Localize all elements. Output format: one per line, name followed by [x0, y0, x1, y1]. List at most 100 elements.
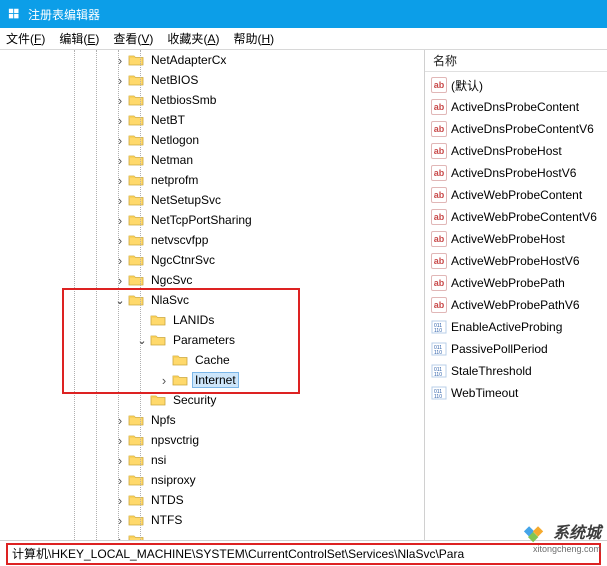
tree-item-label[interactable]: nsi [148, 452, 169, 468]
tree-item-label[interactable]: Netlogon [148, 132, 202, 148]
chevron-right-icon[interactable] [112, 253, 128, 268]
tree-item[interactable]: NTFS [0, 510, 424, 530]
menu-fav[interactable]: 收藏夹(A) [167, 30, 219, 47]
chevron-right-icon[interactable] [112, 93, 128, 108]
value-row[interactable]: abActiveWebProbePathV6 [425, 294, 607, 316]
chevron-right-icon[interactable] [156, 373, 172, 388]
tree-item[interactable]: NlaSvc [0, 290, 424, 310]
menu-edit[interactable]: 编辑(E) [59, 30, 99, 47]
chevron-right-icon[interactable] [112, 453, 128, 468]
value-row[interactable]: abActiveDnsProbeHost [425, 140, 607, 162]
tree-item-label[interactable]: NgcSvc [148, 272, 195, 288]
folder-icon [128, 433, 144, 447]
tree-item[interactable]: NetBIOS [0, 70, 424, 90]
value-row[interactable]: abActiveWebProbeHostV6 [425, 250, 607, 272]
tree-item[interactable]: NetTcpPortSharing [0, 210, 424, 230]
tree-item[interactable]: npsvctrig [0, 430, 424, 450]
tree-item-label[interactable]: NgcCtnrSvc [148, 252, 218, 268]
tree-item[interactable]: NetAdapterCx [0, 50, 424, 70]
chevron-right-icon[interactable] [112, 493, 128, 508]
tree-item[interactable]: Security [0, 390, 424, 410]
tree-item[interactable]: LANIDs [0, 310, 424, 330]
chevron-right-icon[interactable] [112, 213, 128, 228]
value-row[interactable]: abActiveWebProbePath [425, 272, 607, 294]
value-row[interactable]: 011110WebTimeout [425, 382, 607, 404]
column-header-name[interactable]: 名称 [425, 50, 607, 72]
value-row[interactable]: abActiveDnsProbeHostV6 [425, 162, 607, 184]
value-row[interactable]: abActiveWebProbeContentV6 [425, 206, 607, 228]
menu-view[interactable]: 查看(V) [113, 30, 153, 47]
tree-item[interactable]: Netman [0, 150, 424, 170]
tree-item-label[interactable]: NetAdapterCx [148, 52, 229, 68]
chevron-right-icon[interactable] [112, 513, 128, 528]
value-row[interactable]: ab(默认) [425, 74, 607, 96]
tree-item[interactable]: netprofm [0, 170, 424, 190]
value-name: ActiveWebProbeContentV6 [451, 210, 597, 224]
chevron-right-icon[interactable] [112, 273, 128, 288]
chevron-right-icon[interactable] [112, 53, 128, 68]
chevron-down-icon[interactable] [134, 334, 150, 347]
menu-file[interactable]: 文件(F) [6, 30, 45, 47]
tree-item-label[interactable]: Internet [192, 372, 239, 388]
tree-item[interactable]: Netlogon [0, 130, 424, 150]
menu-help[interactable]: 帮助(H) [233, 30, 274, 47]
value-row[interactable]: abActiveDnsProbeContentV6 [425, 118, 607, 140]
tree-item[interactable]: Npfs [0, 410, 424, 430]
value-row[interactable]: abActiveDnsProbeContent [425, 96, 607, 118]
tree-item-label[interactable]: netprofm [148, 172, 201, 188]
value-name: ActiveWebProbePath [451, 276, 565, 290]
tree-item[interactable]: NetbiosSmb [0, 90, 424, 110]
chevron-right-icon[interactable] [112, 73, 128, 88]
tree-item-label[interactable]: Npfs [148, 412, 179, 428]
value-name: ActiveWebProbeHostV6 [451, 254, 580, 268]
tree-item-label[interactable]: Parameters [170, 332, 238, 348]
chevron-right-icon[interactable] [112, 533, 128, 541]
value-row[interactable]: 011110PassivePollPeriod [425, 338, 607, 360]
chevron-right-icon[interactable] [112, 113, 128, 128]
tree-pane[interactable]: NetAdapterCx NetBIOS NetbiosSmb NetBT Netlog… [0, 50, 425, 540]
tree-item[interactable]: NetSetupSvc [0, 190, 424, 210]
tree-item[interactable]: nsi [0, 450, 424, 470]
tree-item[interactable]: NTDS [0, 490, 424, 510]
tree-item-label[interactable]: NetBT [148, 112, 188, 128]
tree-item-label[interactable]: netvscvfpp [148, 232, 211, 248]
value-row[interactable]: abActiveWebProbeContent [425, 184, 607, 206]
menubar: 文件(F) 编辑(E) 查看(V) 收藏夹(A) 帮助(H) [0, 28, 607, 50]
tree-item-label[interactable]: NetTcpPortSharing [148, 212, 255, 228]
tree-item[interactable]: NgcCtnrSvc [0, 250, 424, 270]
values-pane[interactable]: 名称 ab(默认)abActiveDnsProbeContentabActive… [425, 50, 607, 540]
value-row[interactable]: abActiveWebProbeHost [425, 228, 607, 250]
tree-item-label[interactable]: Cache [192, 352, 233, 368]
reg-string-icon: ab [431, 99, 447, 115]
tree-item[interactable]: Internet [0, 370, 424, 390]
chevron-right-icon[interactable] [112, 133, 128, 148]
chevron-right-icon[interactable] [112, 413, 128, 428]
tree-item-label[interactable]: Netman [148, 152, 196, 168]
tree-item[interactable]: NgcSvc [0, 270, 424, 290]
chevron-right-icon[interactable] [112, 233, 128, 248]
chevron-down-icon[interactable] [112, 294, 128, 307]
tree-item[interactable]: netvscvfpp [0, 230, 424, 250]
tree-item[interactable]: NetBT [0, 110, 424, 130]
chevron-right-icon[interactable] [112, 433, 128, 448]
tree-item-label[interactable]: npsvctrig [148, 432, 202, 448]
chevron-right-icon[interactable] [112, 173, 128, 188]
tree-item-label[interactable]: Security [170, 392, 219, 408]
tree-item-label[interactable]: NlaSvc [148, 292, 192, 308]
tree-item-label[interactable]: NTDS [148, 492, 187, 508]
tree-item-label[interactable]: NetSetupSvc [148, 192, 224, 208]
chevron-right-icon[interactable] [112, 193, 128, 208]
value-row[interactable]: 011110StaleThreshold [425, 360, 607, 382]
chevron-right-icon[interactable] [112, 153, 128, 168]
tree-item[interactable]: nsiproxy [0, 470, 424, 490]
value-row[interactable]: 011110EnableActiveProbing [425, 316, 607, 338]
tree-item-label[interactable]: LANIDs [170, 312, 217, 328]
tree-item[interactable]: Cache [0, 350, 424, 370]
tree-item-label[interactable]: NetbiosSmb [148, 92, 219, 108]
tree-item[interactable] [0, 530, 424, 540]
tree-item-label[interactable]: nsiproxy [148, 472, 199, 488]
tree-item-label[interactable]: NTFS [148, 512, 185, 528]
tree-item[interactable]: Parameters [0, 330, 424, 350]
chevron-right-icon[interactable] [112, 473, 128, 488]
tree-item-label[interactable]: NetBIOS [148, 72, 201, 88]
